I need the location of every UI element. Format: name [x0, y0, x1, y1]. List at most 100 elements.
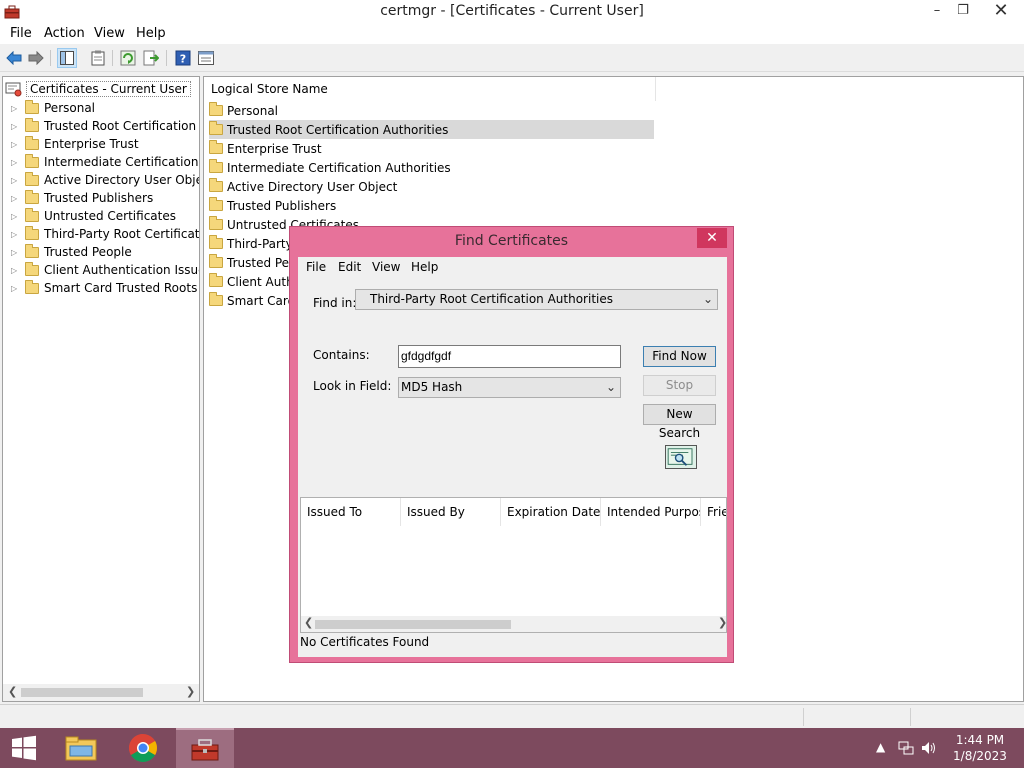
- column-friendly-name[interactable]: Frien: [701, 498, 726, 526]
- start-button[interactable]: [0, 728, 48, 768]
- export-list-icon[interactable]: [141, 48, 161, 68]
- scroll-thumb[interactable]: [21, 688, 143, 697]
- expand-arrow-icon[interactable]: ▷: [11, 122, 21, 131]
- close-button[interactable]: ✕: [978, 0, 1024, 22]
- expand-arrow-icon[interactable]: ▷: [11, 176, 21, 185]
- tree-item-enterprise-trust[interactable]: ▷ Enterprise Trust: [11, 135, 139, 153]
- find-in-select[interactable]: Third-Party Root Certification Authoriti…: [355, 289, 718, 310]
- find-in-label: Find in:: [313, 296, 357, 310]
- tree-item-trusted-root[interactable]: ▷ Trusted Root Certification Au: [11, 117, 199, 135]
- dialog-menu-edit[interactable]: Edit: [338, 260, 361, 274]
- tree-item-intermediate[interactable]: ▷Intermediate Certification Au: [11, 153, 199, 171]
- clipboard-icon[interactable]: [88, 48, 108, 68]
- menu-view[interactable]: View: [94, 26, 125, 41]
- folder-icon: [209, 140, 223, 154]
- show-hidden-icons-icon[interactable]: ▲: [876, 740, 885, 754]
- column-issued-by[interactable]: Issued By: [401, 498, 501, 526]
- dialog-menu-view[interactable]: View: [372, 260, 400, 274]
- column-expiration-date[interactable]: Expiration Date: [501, 498, 601, 526]
- folder-icon: [209, 102, 223, 116]
- column-intended-purposes[interactable]: Intended Purpos...: [601, 498, 701, 526]
- expand-arrow-icon[interactable]: ▷: [11, 104, 21, 113]
- results-horizontal-scrollbar[interactable]: ❮ ❯: [301, 616, 726, 632]
- list-item-trusted-publishers[interactable]: Trusted Publishers: [209, 196, 336, 215]
- results-list: Issued To Issued By Expiration Date Inte…: [300, 497, 727, 633]
- folder-icon: [209, 121, 223, 135]
- list-item-client-auth[interactable]: Client Authe: [209, 272, 301, 291]
- list-item-trusted-people[interactable]: Trusted Peo: [209, 253, 296, 272]
- taskbar-chrome[interactable]: [114, 728, 172, 768]
- list-item-personal[interactable]: Personal: [209, 101, 278, 120]
- list-item-active-directory[interactable]: Active Directory User Object: [209, 177, 397, 196]
- dialog-menu-file[interactable]: File: [306, 260, 326, 274]
- show-hide-console-tree-icon[interactable]: [57, 48, 77, 68]
- restore-button[interactable]: ❐: [948, 0, 978, 22]
- svg-text:?: ?: [180, 53, 186, 66]
- tree-item-client-auth-issuers[interactable]: ▷ Client Authentication Issuers: [11, 261, 199, 279]
- taskbar-certmgr[interactable]: [176, 728, 234, 768]
- folder-icon: [209, 254, 223, 268]
- expand-arrow-icon[interactable]: ▷: [11, 158, 21, 167]
- look-in-field-select[interactable]: MD5 Hash ⌄: [398, 377, 621, 398]
- chevron-down-icon: ⌄: [702, 292, 713, 306]
- tree-item-third-party-root[interactable]: ▷Third-Party Root Certification: [11, 225, 199, 243]
- properties-pane-icon[interactable]: [196, 48, 216, 68]
- volume-icon[interactable]: [920, 740, 936, 756]
- tree-root-label: Certificates - Current User: [26, 81, 191, 97]
- column-header-logical-store-name[interactable]: Logical Store Name: [204, 77, 656, 101]
- look-in-field-label: Look in Field:: [313, 379, 392, 393]
- find-certificates-dialog: Find Certificates ✕ File Edit View Help …: [289, 226, 734, 663]
- expand-arrow-icon[interactable]: ▷: [11, 230, 21, 239]
- help-icon[interactable]: ?: [173, 48, 193, 68]
- window-title: certmgr - [Certificates - Current User]: [380, 3, 644, 19]
- expand-arrow-icon[interactable]: ▷: [11, 194, 21, 203]
- tree-item-smart-card-roots[interactable]: ▷ Smart Card Trusted Roots: [11, 279, 197, 297]
- find-now-button[interactable]: Find Now: [643, 346, 716, 367]
- scroll-left-arrow-icon[interactable]: ❮: [8, 685, 17, 698]
- taskbar-file-explorer[interactable]: [52, 728, 110, 768]
- new-search-button[interactable]: New Search: [643, 404, 716, 440]
- scroll-right-arrow-icon[interactable]: ❯: [186, 685, 195, 698]
- list-item-enterprise-trust[interactable]: Enterprise Trust: [209, 139, 322, 158]
- list-item-intermediate[interactable]: Intermediate Certification Authorities: [209, 158, 451, 177]
- menu-help[interactable]: Help: [136, 26, 166, 41]
- tree-horizontal-scrollbar[interactable]: ❮ ❯: [3, 684, 199, 701]
- back-arrow-icon[interactable]: [4, 48, 24, 68]
- dialog-close-button[interactable]: ✕: [697, 228, 727, 248]
- folder-icon: [209, 159, 223, 173]
- refresh-icon[interactable]: [118, 48, 138, 68]
- forward-arrow-icon[interactable]: [26, 48, 46, 68]
- menu-file[interactable]: File: [10, 26, 32, 41]
- scroll-left-arrow-icon[interactable]: ❮: [304, 616, 313, 629]
- dialog-menu-help[interactable]: Help: [411, 260, 438, 274]
- menu-bar: File Action View Help: [0, 23, 1024, 44]
- tree-item-personal[interactable]: ▷ Personal: [11, 99, 95, 117]
- tree-item-trusted-people[interactable]: ▷ Trusted People: [11, 243, 132, 261]
- expand-arrow-icon[interactable]: ▷: [11, 140, 21, 149]
- toolbar: ?: [0, 44, 1024, 72]
- list-item-trusted-root[interactable]: Trusted Root Certification Authorities: [209, 120, 654, 139]
- folder-icon: [209, 292, 223, 306]
- menu-action[interactable]: Action: [44, 26, 85, 41]
- tree-item-trusted-publishers[interactable]: ▷ Trusted Publishers: [11, 189, 153, 207]
- stop-button[interactable]: Stop: [643, 375, 716, 396]
- scroll-right-arrow-icon[interactable]: ❯: [718, 616, 726, 629]
- expand-arrow-icon[interactable]: ▷: [11, 212, 21, 221]
- contains-input[interactable]: gfdgdfgdf: [398, 345, 621, 368]
- chrome-icon: [129, 734, 157, 762]
- folder-icon: [209, 216, 223, 230]
- expand-arrow-icon[interactable]: ▷: [11, 266, 21, 275]
- column-issued-to[interactable]: Issued To: [301, 498, 401, 526]
- list-item-smart-card[interactable]: Smart Card: [209, 291, 295, 310]
- folder-icon: [25, 135, 39, 150]
- tree-root[interactable]: Certificates - Current User: [5, 81, 191, 97]
- tree-item-active-directory[interactable]: ▷ Active Directory User Object: [11, 171, 199, 189]
- scroll-thumb[interactable]: [315, 620, 511, 629]
- expand-arrow-icon[interactable]: ▷: [11, 248, 21, 257]
- network-icon[interactable]: [898, 740, 914, 756]
- system-clock[interactable]: 1:44 PM 1/8/2023: [940, 732, 1020, 764]
- find-certificates-icon: [665, 445, 697, 469]
- list-item-third-party[interactable]: Third-Party: [209, 234, 293, 253]
- expand-arrow-icon[interactable]: ▷: [11, 284, 21, 293]
- tree-item-untrusted[interactable]: ▷ Untrusted Certificates: [11, 207, 176, 225]
